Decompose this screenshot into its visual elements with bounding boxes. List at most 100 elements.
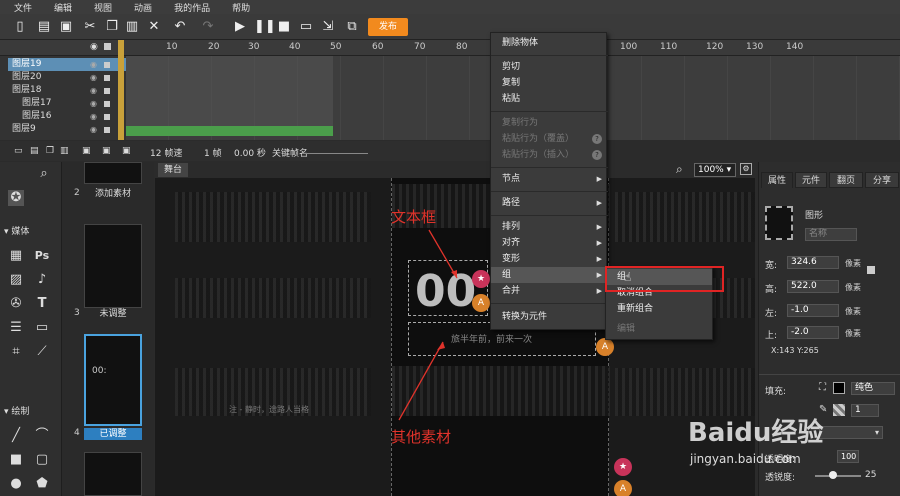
lock-icon[interactable]	[104, 62, 110, 68]
menu-item-node[interactable]: 节点 ▶	[491, 171, 608, 187]
tab-symbols[interactable]: 元件	[795, 172, 827, 188]
stroke-color-swatch[interactable]	[833, 404, 845, 416]
duplicate-layer-icon[interactable]: ❐	[46, 146, 54, 156]
cut-icon[interactable]: ✂	[82, 19, 98, 35]
page-thumbnail-selected[interactable]: 00:	[84, 334, 142, 426]
menu-item-convert-to-symbol[interactable]: 转换为元件	[491, 309, 608, 325]
lock-icon[interactable]	[104, 127, 110, 133]
fill-type-select[interactable]: 纯色	[851, 382, 895, 395]
code-icon[interactable]: ⌗	[8, 344, 24, 360]
menu-item-group[interactable]: 组 ▶	[491, 267, 608, 283]
layer-row[interactable]: 图层17 ◉	[8, 97, 126, 110]
tab-share[interactable]: 分享	[865, 172, 899, 188]
layer-row[interactable]: 图层16 ◉	[8, 110, 126, 123]
lock-icon[interactable]	[104, 114, 110, 120]
eye-icon[interactable]: ◉	[90, 84, 97, 97]
save-icon[interactable]: ▣	[58, 19, 74, 35]
menu-item-path[interactable]: 路径 ▶	[491, 195, 608, 211]
eye-icon[interactable]: ◉	[90, 110, 97, 123]
grid-icon[interactable]: ▦	[8, 248, 24, 264]
menu-item-paste[interactable]: 粘贴	[491, 91, 608, 107]
lock-icon[interactable]	[104, 75, 110, 81]
menu-item-arrange[interactable]: 排列 ▶	[491, 219, 608, 235]
left-input[interactable]: -1.0	[787, 304, 839, 317]
delete-icon[interactable]: ✕	[146, 19, 162, 35]
submenu-item-regroup[interactable]: 重新组合	[606, 301, 712, 317]
menu-item-merge[interactable]: 合并 ▶	[491, 283, 608, 299]
height-input[interactable]: 522.0	[787, 280, 839, 293]
help-icon[interactable]: ?	[592, 134, 602, 144]
width-input[interactable]: 324.6	[787, 256, 839, 269]
zoom-icon[interactable]: ⌕	[36, 166, 52, 182]
menu-item-copy[interactable]: 复制	[491, 75, 608, 91]
open-folder-icon[interactable]: ▤	[36, 19, 52, 35]
blur-slider-thumb[interactable]	[829, 471, 837, 479]
tab-page-turn[interactable]: 翻页	[829, 172, 863, 188]
rect-tool-icon[interactable]: ■	[8, 452, 24, 468]
audio-icon[interactable]: ♪	[34, 272, 50, 288]
fill-bucket-icon[interactable]: ⛶	[819, 382, 826, 393]
page-thumbnail[interactable]	[84, 452, 142, 496]
line-tool-icon[interactable]: ╱	[8, 428, 24, 444]
trash-icon[interactable]: ▥	[60, 146, 69, 156]
lock-icon[interactable]	[104, 88, 110, 94]
help-icon[interactable]: ?	[592, 150, 602, 160]
photoshop-icon[interactable]: Ps	[34, 248, 50, 264]
publish-button[interactable]: 发布	[368, 18, 408, 36]
page-thumbnail[interactable]	[84, 162, 142, 184]
add-layer-icon[interactable]: ▭	[14, 146, 23, 156]
eye-icon[interactable]: ◉	[90, 71, 97, 84]
curve-tool-icon[interactable]: ⌒	[34, 428, 50, 444]
menu-view[interactable]: 视图	[94, 1, 112, 14]
search-icon[interactable]: ⌕	[676, 162, 683, 177]
chart-icon[interactable]: ⟋	[34, 344, 50, 360]
presentation-icon[interactable]: ▭	[34, 320, 50, 336]
image-icon[interactable]: ▨	[8, 272, 24, 288]
circle-tool-icon[interactable]: ●	[8, 476, 24, 492]
tab-properties[interactable]: 属性	[761, 172, 793, 188]
fill-color-swatch[interactable]	[833, 382, 845, 394]
menu-item-copy-behavior[interactable]: 复制行为	[491, 115, 608, 131]
export-icon[interactable]: ⇲	[320, 19, 336, 35]
new-file-icon[interactable]: ▯	[12, 19, 28, 35]
pause-icon[interactable]: ❚❚	[254, 19, 276, 35]
menu-animation[interactable]: 动画	[134, 1, 152, 14]
text-icon[interactable]: T	[34, 296, 50, 312]
add-folder-icon[interactable]: ▤	[30, 146, 39, 156]
menu-item-transform[interactable]: 变形 ▶	[491, 251, 608, 267]
menu-item-cut[interactable]: 剪切	[491, 59, 608, 75]
star-tool-icon[interactable]: ✪	[8, 190, 24, 206]
menu-item-align[interactable]: 对齐 ▶	[491, 235, 608, 251]
html5-icon[interactable]: ⧉	[344, 19, 360, 35]
video-icon[interactable]: ✇	[8, 296, 24, 312]
menu-my-works[interactable]: 我的作品	[174, 1, 210, 14]
eye-icon[interactable]: ◉	[90, 123, 97, 136]
settings-icon[interactable]: ⚙	[740, 163, 752, 175]
stop-icon[interactable]: ■	[276, 19, 292, 35]
stage-tab[interactable]: 舞台	[158, 163, 188, 177]
eye-icon[interactable]: ◉	[90, 97, 97, 110]
paste-icon[interactable]: ▥	[124, 19, 140, 35]
layer-row[interactable]: 图层20 ◉	[8, 71, 126, 84]
page-thumbnail[interactable]	[84, 224, 142, 308]
tween-icon[interactable]: ▣	[122, 146, 131, 156]
layer-row[interactable]: 图层18 ◉	[8, 84, 126, 97]
layer-row[interactable]: 图层9 ◉	[8, 123, 126, 136]
top-input[interactable]: -2.0	[787, 326, 839, 339]
stroke-width-input[interactable]: 1	[851, 404, 879, 417]
stroke-style-select[interactable]: ▾	[819, 426, 883, 439]
menu-item-paste-behavior-insert[interactable]: 粘贴行为（插入）?	[491, 147, 608, 163]
object-name-input[interactable]: 名称	[805, 228, 857, 241]
menu-item-delete[interactable]: 删除物体	[491, 35, 608, 51]
layer-row[interactable]: 图层19 ◉	[8, 58, 126, 71]
menu-help[interactable]: 帮助	[232, 1, 250, 14]
submenu-item-edit[interactable]: 编辑	[606, 321, 712, 337]
keyframe-name-input[interactable]	[306, 153, 368, 154]
zoom-select[interactable]: 100% ▾	[694, 163, 736, 177]
opacity-input[interactable]: 100	[837, 450, 859, 463]
eye-icon[interactable]: ◉	[90, 58, 97, 71]
menu-file[interactable]: 文件	[14, 1, 32, 14]
lock-icon[interactable]	[104, 101, 110, 107]
keyframe-icon[interactable]: ▣	[82, 146, 91, 156]
aspect-lock-icon[interactable]	[867, 266, 875, 274]
